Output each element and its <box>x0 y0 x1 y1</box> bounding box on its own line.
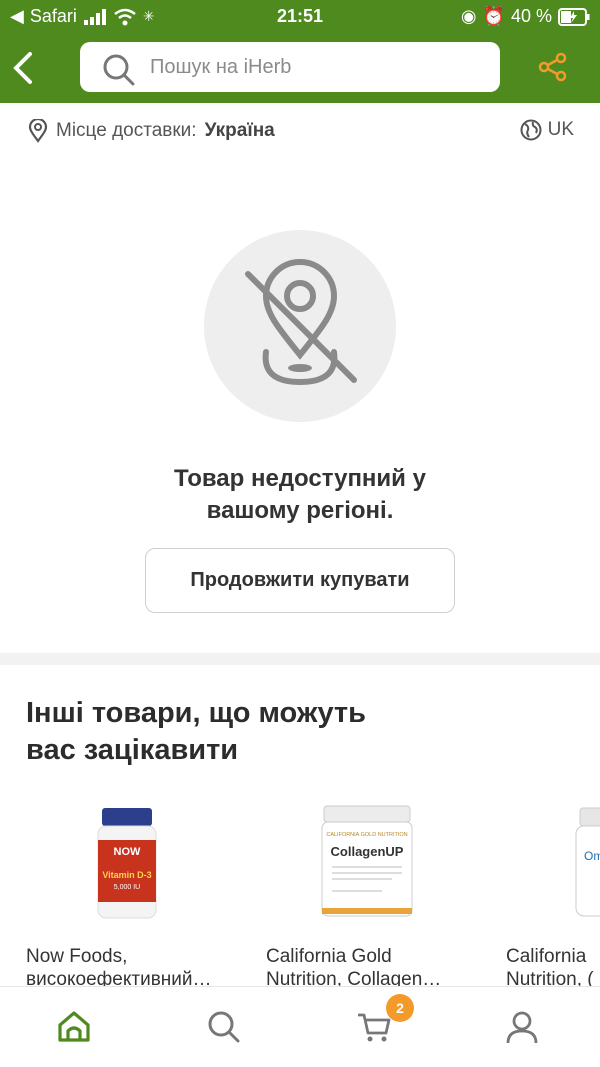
product-image: NOW Vitamin D-3 5,000 IU <box>26 800 246 925</box>
product-name-line1: Now Foods, <box>26 946 128 967</box>
top-bar: ◀ Safari ✳ 21:51 ◉ ⏰ 40 % Пошук на iHerb <box>0 0 600 103</box>
battery-label: 40 % <box>510 6 552 26</box>
unavailable-illustration <box>204 230 396 422</box>
status-bar: ◀ Safari ✳ 21:51 ◉ ⏰ 40 % <box>0 0 600 34</box>
product-name[interactable]: California Nutrition, ( <box>506 945 600 991</box>
recommendations-title: Інші товари, що можуть вас зацікавити <box>26 695 446 769</box>
alarm-icon: ⏰ <box>482 6 505 26</box>
share-icon <box>538 52 567 82</box>
collagen-jar-image: CALIFORNIA GOLD NUTRITION CollagenUP <box>321 805 413 917</box>
home-icon <box>58 1011 90 1042</box>
omega-bottle-image: Om <box>575 807 600 917</box>
tab-home[interactable] <box>56 1009 96 1049</box>
search-icon <box>208 1011 240 1043</box>
back-button[interactable] <box>10 50 40 86</box>
product-card[interactable]: NOW Vitamin D-3 5,000 IU Now Foods, висо… <box>26 800 246 991</box>
product-label-mark: CollagenUP <box>331 844 404 859</box>
product-image: CALIFORNIA GOLD NUTRITION CollagenUP <box>266 800 486 925</box>
product-name[interactable]: California Gold Nutrition, Collagen… <box>266 945 486 991</box>
product-name-line1: California Gold <box>266 946 392 967</box>
product-image: Om <box>506 800 600 925</box>
tab-search[interactable] <box>206 1009 246 1049</box>
product-name-line1: California <box>506 946 587 967</box>
rotation-lock-icon: ◉ <box>460 6 477 26</box>
product-label-mark: Om <box>584 849 600 863</box>
language-label: UK <box>547 119 574 140</box>
delivery-country: Україна <box>204 120 275 141</box>
product-name[interactable]: Now Foods, високоефективний… <box>26 945 246 991</box>
product-label-mark: Vitamin D-3 <box>102 870 151 880</box>
search-input[interactable]: Пошук на iHerb <box>80 42 500 92</box>
search-placeholder: Пошук на iHerb <box>150 56 292 78</box>
unavailable-message-line2: вашому регіоні. <box>206 497 394 524</box>
search-icon <box>103 54 135 86</box>
unavailable-message: Товар недоступний у вашому регіоні. <box>0 463 600 527</box>
delivery-location[interactable]: Місце доставки: Україна <box>28 119 275 143</box>
battery-icon <box>558 7 590 26</box>
product-sub-mark: 5,000 IU <box>114 884 140 891</box>
location-off-icon <box>245 259 357 386</box>
location-pin-icon <box>28 119 48 143</box>
tab-account[interactable] <box>504 1009 544 1049</box>
chevron-left-icon <box>13 52 32 84</box>
recommendations-title-line2: вас зацікавити <box>26 734 239 766</box>
account-icon <box>506 1011 538 1044</box>
share-button[interactable] <box>538 52 568 87</box>
tab-bar <box>0 986 600 1067</box>
globe-icon <box>520 119 542 141</box>
vitamin-d3-bottle-image: NOW Vitamin D-3 5,000 IU <box>97 808 157 919</box>
delivery-label: Місце доставки: <box>56 120 197 141</box>
section-divider <box>0 653 600 665</box>
product-brand-mark: CALIFORNIA GOLD NUTRITION <box>326 832 407 838</box>
continue-shopping-button[interactable]: Продовжити купувати <box>145 548 455 613</box>
product-card[interactable]: CALIFORNIA GOLD NUTRITION CollagenUP Cal… <box>266 800 486 991</box>
cart-count-badge: 2 <box>386 994 414 1022</box>
product-brand-mark: NOW <box>114 846 142 858</box>
unavailable-message-line1: Товар недоступний у <box>174 465 426 492</box>
product-card[interactable]: Om California Nutrition, ( <box>506 800 600 991</box>
language-selector[interactable]: UK <box>520 119 574 141</box>
delivery-row: Місце доставки: Україна UK <box>0 103 600 153</box>
recommendations-title-line1: Інші товари, що можуть <box>26 697 366 729</box>
status-right: ◉ ⏰ 40 % <box>461 6 590 27</box>
